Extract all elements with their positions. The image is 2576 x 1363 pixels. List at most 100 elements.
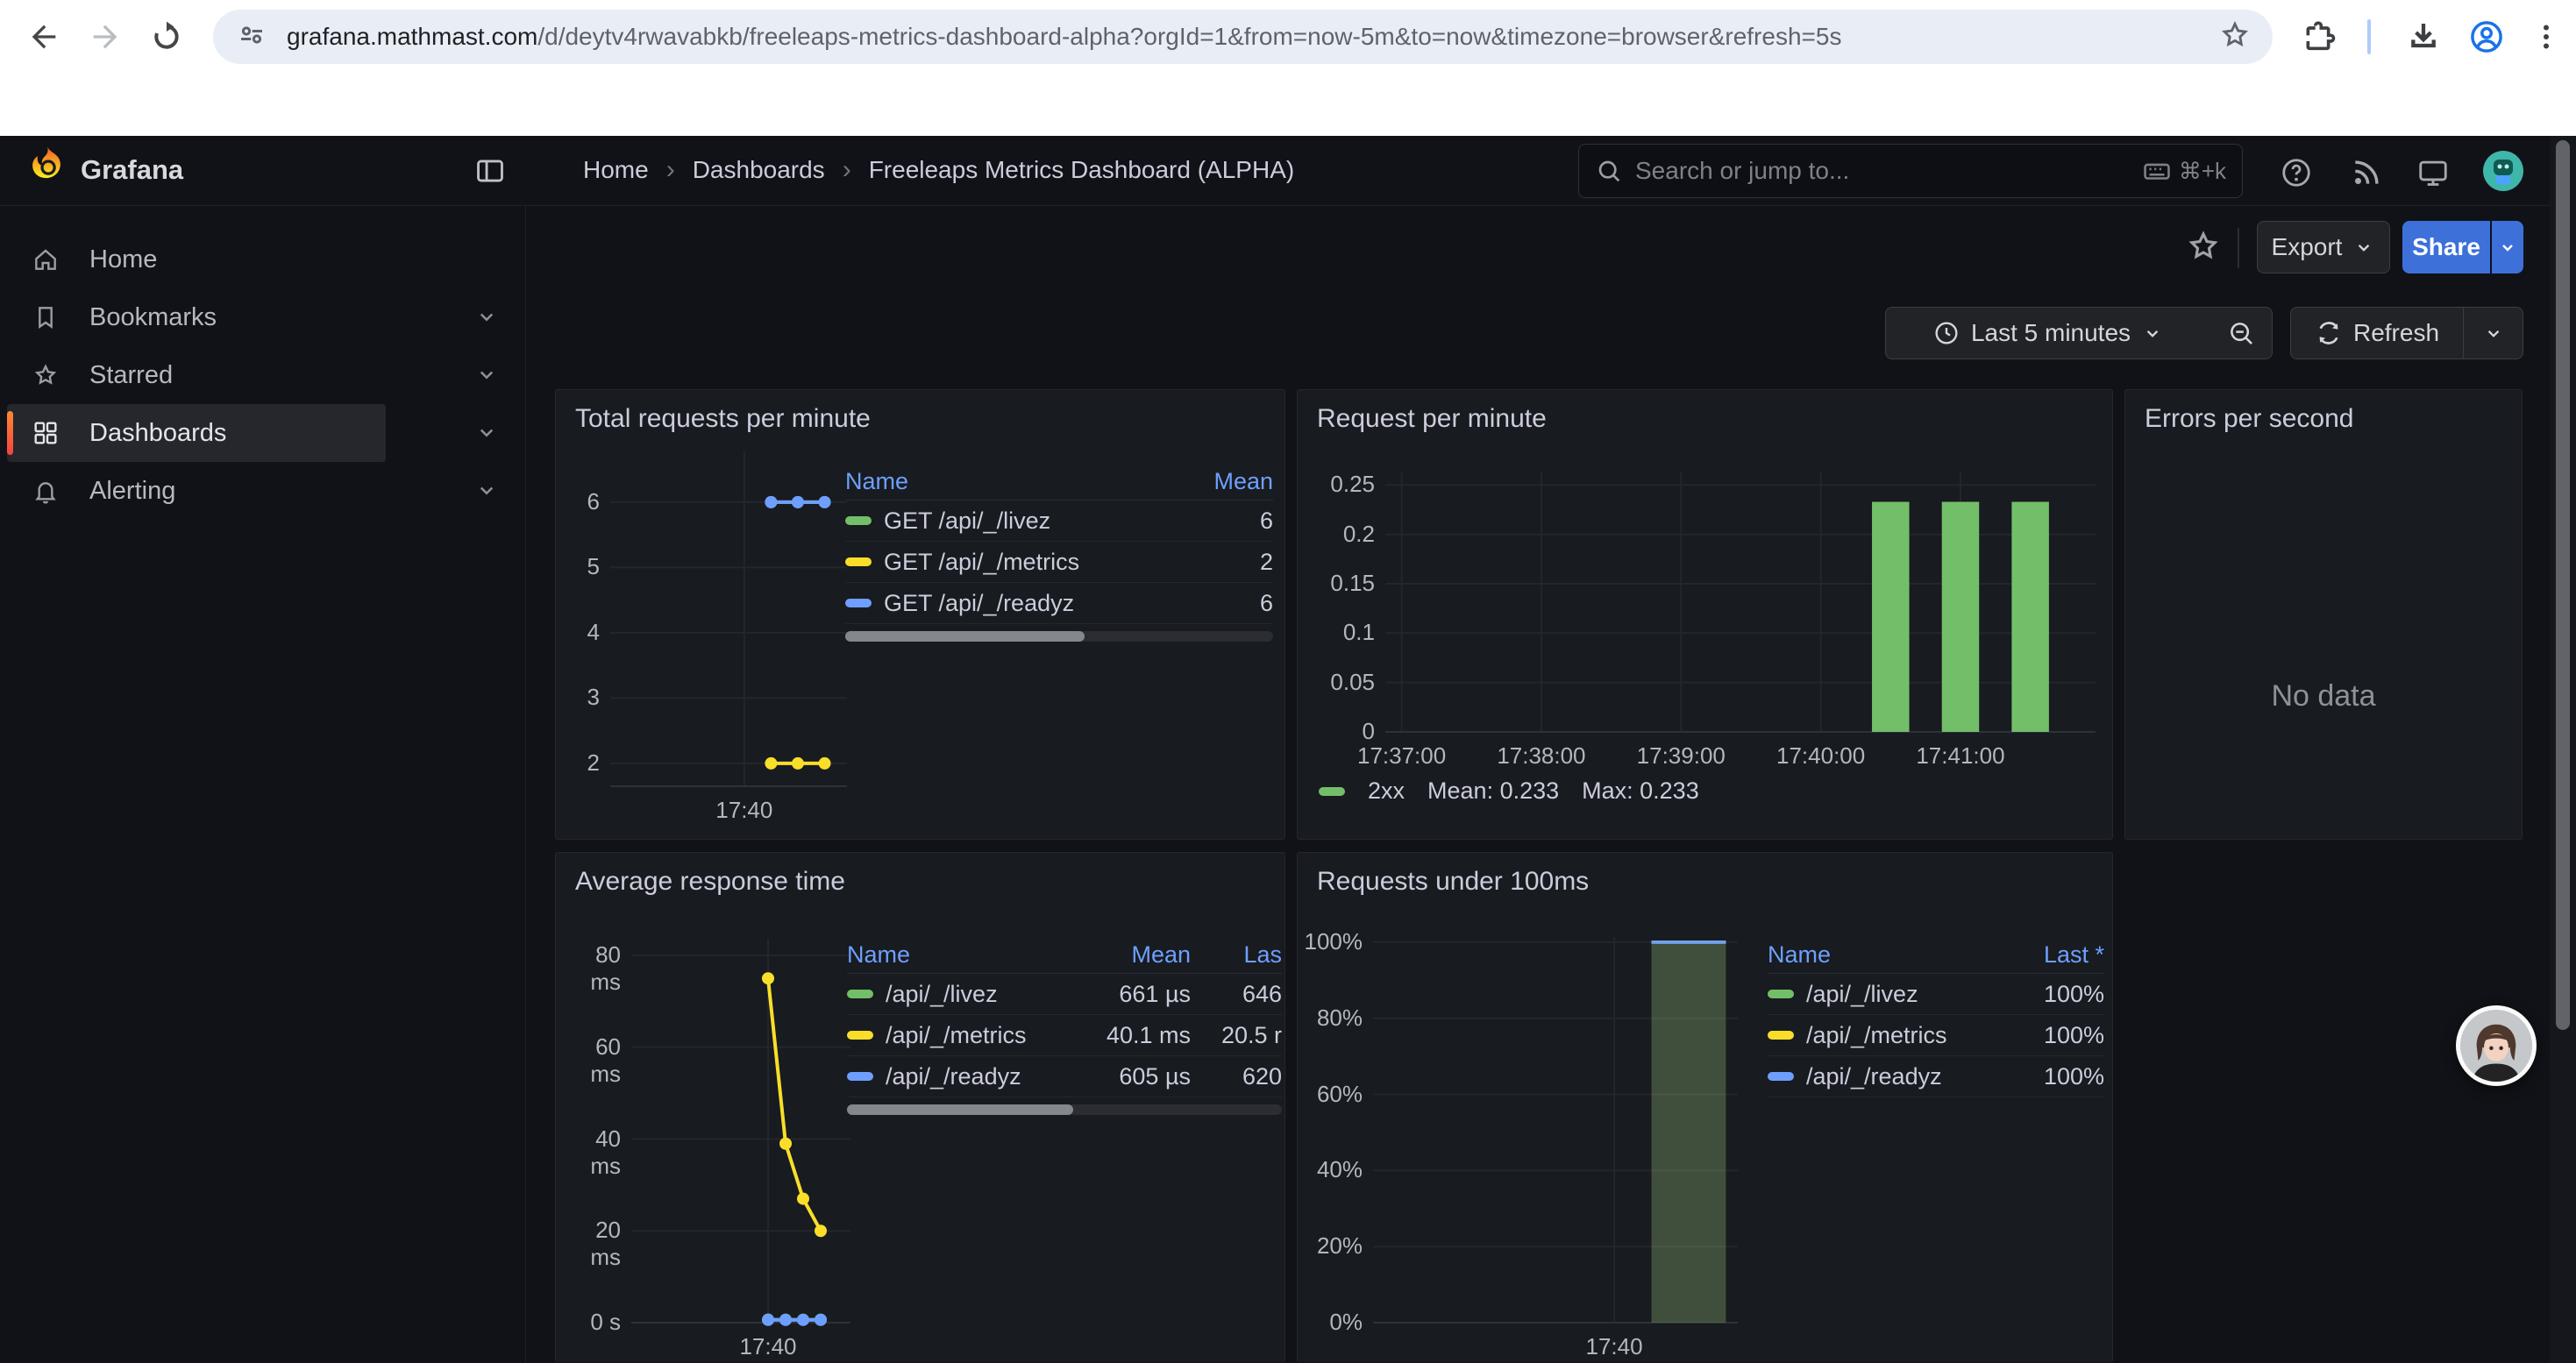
legend-row[interactable]: /api/_/livez100% xyxy=(1768,974,2104,1015)
legend-scrollbar-thumb[interactable] xyxy=(845,631,1085,642)
sidebar-expand-chevron[interactable] xyxy=(473,419,502,447)
sidebar-item-starred[interactable]: Starred xyxy=(7,346,513,404)
panel-requests-under-100ms[interactable]: Requests under 100ms 100%80%60%40%20%0%1… xyxy=(1297,852,2113,1362)
sidebar-item-bookmarks[interactable]: Bookmarks xyxy=(7,288,513,346)
legend-header-col[interactable]: Las xyxy=(1191,941,1282,969)
url-bar[interactable]: grafana.mathmast.com/d/deytv4rwavabkb/fr… xyxy=(213,10,2273,64)
sidebar-expand-chevron[interactable] xyxy=(473,361,502,389)
downloads-button[interactable] xyxy=(2399,12,2448,61)
grafana-logo[interactable] xyxy=(25,144,70,194)
time-range-label: Last 5 minutes xyxy=(1971,319,2131,347)
chart-plot[interactable] xyxy=(1306,465,2103,781)
back-icon xyxy=(26,19,61,54)
sidebar-collapse-button[interactable] xyxy=(473,154,507,192)
grafana-brand[interactable]: Grafana xyxy=(81,154,183,186)
breadcrumb-home[interactable]: Home xyxy=(583,156,649,184)
legend-row[interactable]: GET /api/_/livez6 xyxy=(845,500,1273,542)
chart-plot[interactable] xyxy=(1306,930,1745,1363)
legend-inline[interactable]: 2xx Mean: 0.233 Max: 0.233 xyxy=(1319,777,1699,805)
legend-row[interactable]: /api/_/readyz100% xyxy=(1768,1056,2104,1097)
refresh-button[interactable]: Refresh xyxy=(2290,307,2464,359)
legend-row[interactable]: GET /api/_/metrics2 xyxy=(845,542,1273,583)
legend-table: NameLast * /api/_/livez100%/api/_/metrics… xyxy=(1768,937,2104,1097)
series-mean: Mean: 0.233 xyxy=(1427,777,1559,805)
bar xyxy=(1872,502,1909,732)
forward-icon xyxy=(88,19,123,54)
search-input[interactable] xyxy=(1635,157,2130,185)
legend-scrollbar[interactable] xyxy=(845,631,1273,642)
panel-title[interactable]: Errors per second xyxy=(2145,404,2353,434)
series-value: 100% xyxy=(1990,1063,2104,1090)
chart-requests-under-100ms[interactable]: 100%80%60%40%20%0%17:40 xyxy=(1306,930,1745,1363)
sidebar-expand-chevron[interactable] xyxy=(473,477,502,505)
data-point xyxy=(815,1225,827,1237)
legend-row[interactable]: /api/_/readyz605 µs620 xyxy=(847,1056,1282,1097)
sidebar-item-alerting[interactable]: Alerting xyxy=(7,462,513,520)
legend-header-col[interactable]: Mean xyxy=(1059,941,1191,969)
refresh-interval-button[interactable] xyxy=(2464,307,2523,359)
time-range-picker[interactable]: Last 5 minutes xyxy=(1885,307,2211,359)
forward-button[interactable] xyxy=(81,12,130,61)
star-icon xyxy=(2185,228,2222,265)
panel-title[interactable]: Average response time xyxy=(575,867,845,897)
help-button[interactable] xyxy=(2280,156,2313,194)
legend-header-name[interactable]: Name xyxy=(847,941,1059,969)
toolbar-separator xyxy=(2238,228,2239,268)
refresh-label: Refresh xyxy=(2353,319,2439,347)
share-button[interactable]: Share xyxy=(2402,221,2490,273)
chart-request-per-minute[interactable]: 0.250.20.150.10.05017:37:0017:38:0017:39… xyxy=(1306,465,2103,781)
chart-average-response-time[interactable]: 80 ms60 ms40 ms20 ms0 s17:40 xyxy=(568,932,857,1361)
scrollbar-thumb[interactable] xyxy=(2556,140,2570,1030)
extensions-button[interactable] xyxy=(2294,12,2343,61)
panel-total-requests-per-minute[interactable]: Total requests per minute 6543217:40 Nam… xyxy=(555,389,1285,840)
apps-icon xyxy=(32,419,60,447)
zoom-out-button[interactable] xyxy=(2210,307,2273,359)
share-menu-button[interactable] xyxy=(2492,221,2523,273)
panel-title[interactable]: Total requests per minute xyxy=(575,404,871,434)
legend-row[interactable]: /api/_/metrics100% xyxy=(1768,1015,2104,1056)
site-settings-icon[interactable] xyxy=(236,19,267,55)
favorite-dashboard-button[interactable] xyxy=(2185,228,2222,269)
sidebar-expand-chevron[interactable] xyxy=(473,303,502,331)
data-point xyxy=(765,496,777,508)
bookmark-star-icon[interactable] xyxy=(2218,18,2252,56)
series-value: 2 xyxy=(1168,549,1273,576)
series-pill xyxy=(847,1072,873,1081)
keyboard-icon xyxy=(2142,156,2172,186)
floating-assistant-avatar[interactable] xyxy=(2456,1005,2537,1086)
screen-button[interactable] xyxy=(2416,156,2450,194)
news-button[interactable] xyxy=(2350,156,2383,194)
panel-request-per-minute[interactable]: Request per minute 0.250.20.150.10.05017… xyxy=(1297,389,2113,840)
legend-header-name[interactable]: Name xyxy=(845,468,1168,495)
user-avatar[interactable] xyxy=(2483,151,2523,195)
sidebar-item-home[interactable]: Home xyxy=(7,231,513,288)
legend-header-name[interactable]: Name xyxy=(1768,941,1990,969)
panel-title[interactable]: Request per minute xyxy=(1317,404,1547,434)
series-value: 661 µs xyxy=(1059,981,1191,1008)
legend-header-col[interactable]: Mean xyxy=(1168,468,1273,495)
series-name: 2xx xyxy=(1368,777,1405,805)
legend-row[interactable]: /api/_/livez661 µs646 xyxy=(847,974,1282,1015)
panel-title[interactable]: Requests under 100ms xyxy=(1317,867,1589,897)
panel-average-response-time[interactable]: Average response time 80 ms60 ms40 ms20 … xyxy=(555,852,1285,1362)
panel-errors-per-second[interactable]: Errors per second No data xyxy=(2124,389,2523,840)
profile-button[interactable] xyxy=(2462,12,2511,61)
bar xyxy=(2011,502,2048,732)
legend-row[interactable]: /api/_/metrics40.1 ms20.5 r xyxy=(847,1015,1282,1056)
chart-plot[interactable] xyxy=(568,444,854,821)
legend-header-col[interactable]: Last * xyxy=(1990,941,2104,969)
legend-scrollbar[interactable] xyxy=(847,1104,1282,1115)
chart-plot[interactable] xyxy=(568,932,857,1361)
bell-icon xyxy=(32,477,60,505)
export-button[interactable]: Export xyxy=(2257,221,2390,273)
reload-button[interactable] xyxy=(142,12,191,61)
browser-menu-button[interactable] xyxy=(2522,12,2571,61)
breadcrumb-dashboards[interactable]: Dashboards xyxy=(693,156,825,184)
page-scrollbar[interactable] xyxy=(2550,136,2576,1362)
legend-row[interactable]: GET /api/_/readyz6 xyxy=(845,583,1273,624)
chart-total-requests[interactable]: 6543217:40 xyxy=(568,444,854,821)
sidebar-item-dashboards[interactable]: Dashboards xyxy=(7,404,386,462)
search-bar[interactable]: ⌘+k xyxy=(1578,144,2243,198)
legend-scrollbar-thumb[interactable] xyxy=(847,1104,1073,1115)
back-button[interactable] xyxy=(19,12,68,61)
